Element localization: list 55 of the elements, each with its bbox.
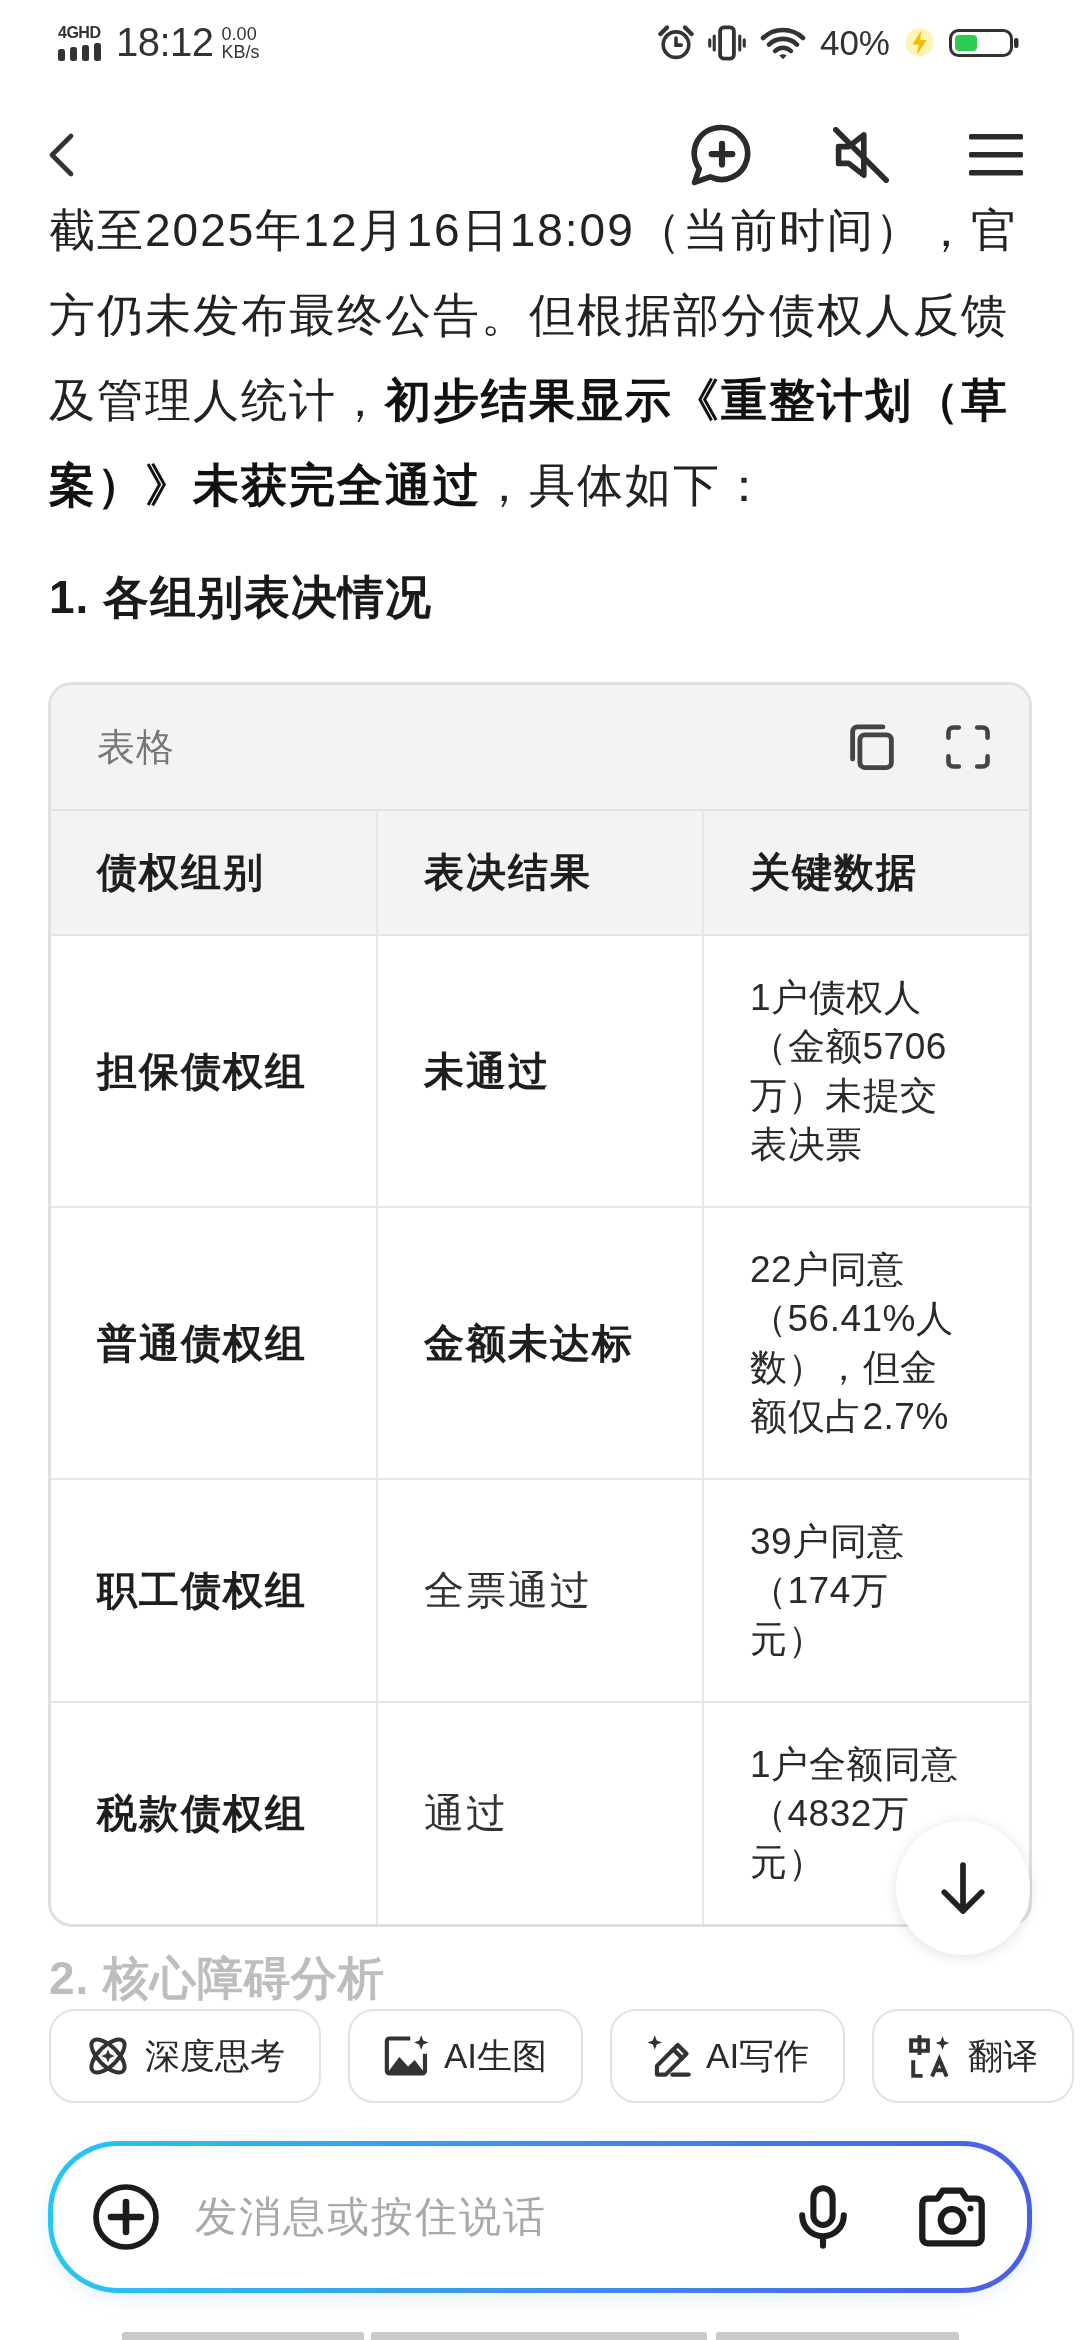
down-arrow-icon xyxy=(940,1862,986,1914)
column-header: 关键数据 xyxy=(703,811,1029,935)
speed-value: 0.00 xyxy=(221,24,258,43)
table-cell: 税款债权组 xyxy=(51,1702,377,1924)
alarm-icon xyxy=(657,24,694,61)
network-label: 4GHD xyxy=(58,26,101,40)
table-cell: 通过 xyxy=(377,1702,703,1924)
speed-unit: KB/s xyxy=(221,42,260,61)
table-cell: 职工债权组 xyxy=(51,1479,377,1702)
body-paragraph: 截至2025年12月16日18:09（当前时间），官方仍未发布最终公告。但根据部分债权人反馈及管理人统计，初步结果显示《重整计划（草案）》未获完全通过，具体如下： xyxy=(49,203,1020,513)
battery-icon xyxy=(949,28,1019,57)
back-button[interactable] xyxy=(47,133,75,177)
voice-button[interactable] xyxy=(797,2185,849,2249)
section-heading: 2. 核心障碍分析 xyxy=(49,1951,387,2005)
action-chip[interactable]: AI生图 xyxy=(348,2009,584,2103)
menu-icon xyxy=(969,134,1023,176)
table-title: 表格 xyxy=(97,724,175,770)
table-cell: 普通债权组 xyxy=(51,1207,377,1479)
copy-button[interactable] xyxy=(849,724,895,770)
section-heading: 1. 各组别表决情况 xyxy=(49,570,434,625)
add-button[interactable] xyxy=(93,2184,159,2250)
table-cell: 未通过 xyxy=(377,935,703,1207)
microphone-icon xyxy=(797,2185,849,2249)
table-cell: 全票通过 xyxy=(377,1479,703,1702)
table-cell: 担保债权组 xyxy=(51,935,377,1207)
clock-time: 18:12 xyxy=(116,20,214,65)
camera-button[interactable] xyxy=(919,2187,985,2247)
chat-plus-icon xyxy=(691,124,753,186)
camera-icon xyxy=(919,2187,985,2247)
charging-icon xyxy=(904,27,935,58)
table-cell: 1户债权人（金额5706万）未提交表决票 xyxy=(703,935,1029,1207)
plus-circle-icon xyxy=(93,2184,159,2250)
new-chat-button[interactable] xyxy=(691,124,753,186)
table-cell: 22户同意（56.41%人数），但金额仅占2.7% xyxy=(703,1207,1029,1479)
action-chip[interactable]: AI写作 xyxy=(610,2009,846,2103)
fullscreen-button[interactable] xyxy=(945,724,991,770)
table-cell: 金额未达标 xyxy=(377,1207,703,1479)
mute-button[interactable] xyxy=(833,127,889,183)
battery-percent: 40% xyxy=(819,22,890,63)
column-header: 表决结果 xyxy=(377,811,703,935)
back-icon xyxy=(47,133,75,177)
expand-icon xyxy=(945,724,991,770)
copy-icon xyxy=(849,724,895,770)
column-header: 债权组别 xyxy=(51,811,377,935)
menu-button[interactable] xyxy=(969,134,1023,176)
pencil-sparkle-icon xyxy=(646,2034,693,2078)
speaker-muted-icon xyxy=(833,127,889,183)
wifi-icon xyxy=(759,25,806,60)
signal-icon xyxy=(58,43,102,61)
vibrate-icon xyxy=(707,24,746,61)
message-input[interactable]: 发消息或按住说话 xyxy=(195,2187,757,2247)
table-cell: 39户同意（174万元） xyxy=(703,1479,1029,1702)
image-sparkle-icon xyxy=(384,2034,430,2078)
action-chip[interactable]: 翻译 xyxy=(872,2009,1075,2103)
action-chip[interactable]: 深度思考 xyxy=(49,2009,321,2103)
